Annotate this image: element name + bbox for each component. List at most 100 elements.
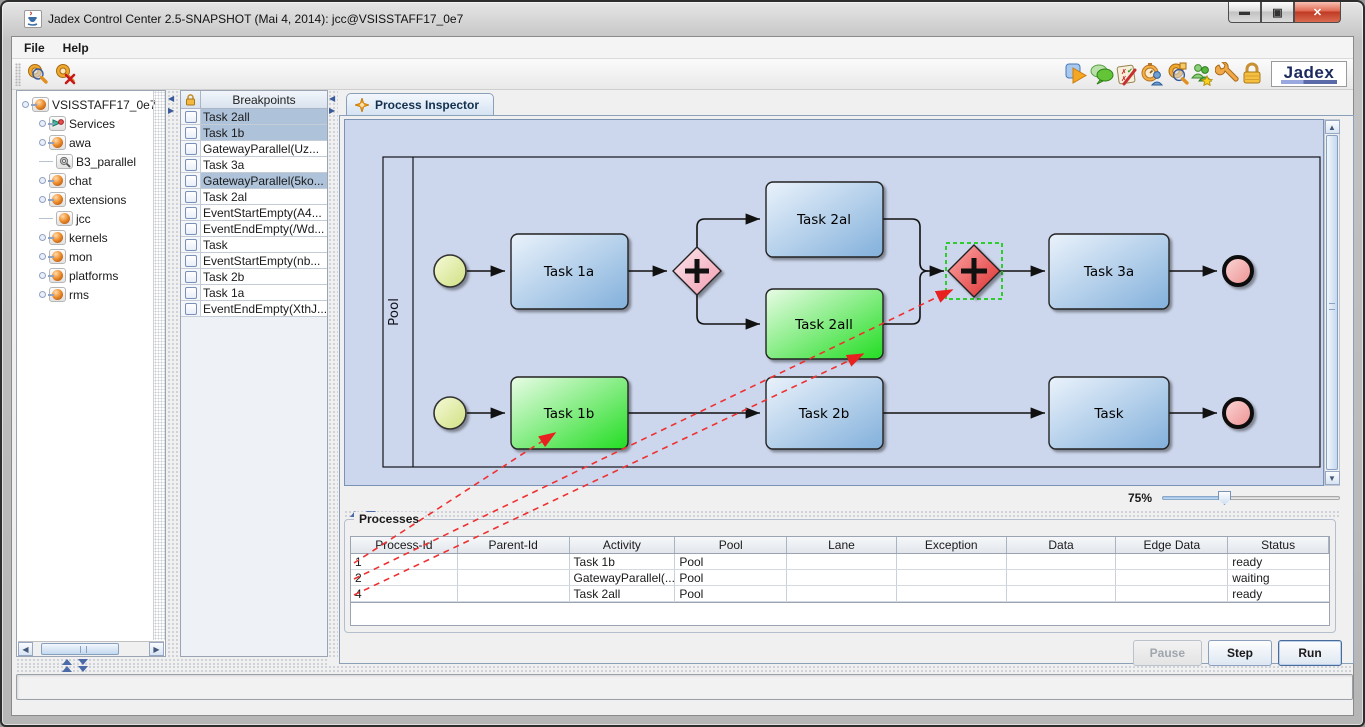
expand-right-icon[interactable]: ▶ — [168, 106, 174, 115]
split-divider-processes[interactable] — [344, 510, 1340, 518]
step-button[interactable]: Step — [1208, 640, 1272, 666]
menu-file[interactable]: File — [24, 41, 45, 55]
tree-expand-handle[interactable] — [39, 139, 46, 146]
chat-icon[interactable] — [1090, 62, 1114, 86]
lock-icon[interactable] — [1240, 62, 1264, 86]
remove-component-icon[interactable] — [53, 62, 77, 86]
breakpoint-row[interactable]: GatewayParallel(5ko... — [181, 173, 327, 189]
breakpoints-header[interactable]: Breakpoints — [181, 91, 327, 109]
start-event-top[interactable] — [434, 255, 466, 287]
close-button[interactable]: ✕ — [1294, 2, 1341, 23]
tree-item-kernels[interactable]: kernels — [19, 228, 151, 247]
breakpoint-row[interactable]: Task 2b — [181, 269, 327, 285]
component-viewer-icon[interactable] — [1165, 62, 1189, 86]
tree-expand-handle[interactable] — [39, 291, 46, 298]
breakpoint-checkbox[interactable] — [185, 255, 197, 267]
search-component-icon[interactable] — [25, 62, 49, 86]
breakpoint-checkbox[interactable] — [185, 207, 197, 219]
scroll-down-icon[interactable]: ▼ — [1325, 471, 1340, 485]
col-data[interactable]: Data — [1007, 537, 1117, 553]
breakpoint-row[interactable]: Task 3a — [181, 157, 327, 173]
tree-horizontal-scrollbar[interactable]: ◀ ▶ — [18, 641, 164, 656]
process-row[interactable]: 1 Task 1b Pool ready — [351, 554, 1329, 570]
end-event-bottom[interactable] — [1224, 399, 1252, 427]
start-event-bottom[interactable] — [434, 397, 466, 429]
maximize-button[interactable]: ▣ — [1261, 2, 1294, 23]
tree-item-services[interactable]: Services — [19, 114, 151, 133]
scroll-right-icon[interactable]: ▶ — [149, 642, 164, 656]
collapse-left-icon[interactable]: ◀ — [329, 94, 335, 103]
breakpoint-checkbox[interactable] — [185, 303, 197, 315]
col-exception[interactable]: Exception — [897, 537, 1007, 553]
col-parent-id[interactable]: Parent-Id — [458, 537, 570, 553]
breakpoint-row[interactable]: Task 1b — [181, 125, 327, 141]
breakpoint-checkbox[interactable] — [185, 287, 197, 299]
pause-button[interactable]: Pause — [1133, 640, 1202, 666]
menu-help[interactable]: Help — [63, 41, 89, 55]
tree-item-platforms[interactable]: platforms — [19, 266, 151, 285]
scroll-up-icon[interactable]: ▲ — [1325, 120, 1340, 134]
tree-item-root[interactable]: VSISSTAFF17_0e7 — [19, 95, 151, 114]
col-lane[interactable]: Lane — [787, 537, 897, 553]
col-pool[interactable]: Pool — [675, 537, 787, 553]
tree-item-awa[interactable]: awa — [19, 133, 151, 152]
tree-item-jcc[interactable]: jcc — [19, 209, 151, 228]
breakpoint-checkbox[interactable] — [185, 175, 197, 187]
breakpoint-checkbox[interactable] — [185, 223, 197, 235]
tree-expand-handle[interactable] — [39, 196, 46, 203]
zoom-slider[interactable] — [1162, 491, 1340, 505]
process-row[interactable]: 2 GatewayParallel(... Pool waiting — [351, 570, 1329, 586]
breakpoint-checkbox[interactable] — [185, 127, 197, 139]
tab-process-inspector[interactable]: Process Inspector — [346, 93, 494, 116]
scrollbar-thumb[interactable] — [41, 643, 119, 655]
tree-expand-handle[interactable] — [39, 234, 46, 241]
awareness-icon[interactable] — [1140, 62, 1164, 86]
run-button[interactable]: Run — [1278, 640, 1342, 666]
parallel-gateway-split[interactable] — [673, 247, 721, 295]
tree-expand-handle[interactable] — [39, 253, 46, 260]
breakpoint-row[interactable]: Task 1a — [181, 285, 327, 301]
col-status[interactable]: Status — [1228, 537, 1329, 553]
tree-expand-handle[interactable] — [39, 272, 46, 279]
breakpoint-checkbox[interactable] — [185, 143, 197, 155]
breakpoint-row[interactable]: Task — [181, 237, 327, 253]
col-activity[interactable]: Activity — [570, 537, 676, 553]
breakpoint-row[interactable]: GatewayParallel(Uz... — [181, 141, 327, 157]
end-event-top[interactable] — [1224, 257, 1252, 285]
scrollbar-thumb[interactable] — [1326, 135, 1338, 470]
expand-right-icon[interactable]: ▶ — [329, 106, 335, 115]
parallel-gateway-join[interactable] — [946, 243, 1002, 299]
tree-vertical-scrollbar[interactable] — [153, 91, 165, 640]
collapse-down-icon[interactable] — [78, 666, 88, 672]
tree-item-rms[interactable]: rms — [19, 285, 151, 304]
zoom-slider-thumb[interactable] — [1218, 491, 1231, 505]
tree-expand-handle[interactable] — [39, 120, 46, 127]
split-divider-tree[interactable]: ◀ ▶ — [167, 90, 179, 657]
tree-expand-handle[interactable] — [39, 177, 46, 184]
minimize-button[interactable]: ▬ — [1228, 2, 1261, 23]
test-center-icon[interactable]: ✗✔✗ — [1115, 62, 1139, 86]
breakpoint-checkbox[interactable] — [185, 239, 197, 251]
breakpoint-checkbox[interactable] — [185, 271, 197, 283]
breakpoint-row[interactable]: Task 2all — [181, 109, 327, 125]
scroll-left-icon[interactable]: ◀ — [18, 642, 33, 656]
split-divider-statusbar[interactable] — [16, 665, 1353, 673]
breakpoint-checkbox[interactable] — [185, 111, 197, 123]
tree-item-chat[interactable]: chat — [19, 171, 151, 190]
col-edge-data[interactable]: Edge Data — [1116, 537, 1228, 553]
expand-up-icon[interactable] — [62, 666, 72, 672]
col-process-id[interactable]: Process-Id — [351, 537, 458, 553]
breakpoint-row[interactable]: EventEndEmpty(/Wd... — [181, 221, 327, 237]
breakpoint-checkbox[interactable] — [185, 159, 197, 171]
tree-expand-handle[interactable] — [22, 101, 29, 108]
breakpoint-checkbox[interactable] — [185, 191, 197, 203]
breakpoint-row[interactable]: EventStartEmpty(A4... — [181, 205, 327, 221]
split-divider-breakpoints[interactable]: ◀ ▶ — [328, 90, 338, 657]
diagram-vertical-scrollbar[interactable]: ▲ ▼ — [1324, 119, 1340, 486]
security-icon[interactable] — [1190, 62, 1214, 86]
process-row[interactable]: 4 Task 2all Pool ready — [351, 586, 1329, 602]
breakpoint-row[interactable]: EventEndEmpty(XthJ... — [181, 301, 327, 317]
tree-item-mon[interactable]: mon — [19, 247, 151, 266]
title-bar[interactable]: Jadex Control Center 2.5-SNAPSHOT (Mai 4… — [2, 2, 1363, 36]
toolbar-grip[interactable] — [15, 63, 21, 86]
